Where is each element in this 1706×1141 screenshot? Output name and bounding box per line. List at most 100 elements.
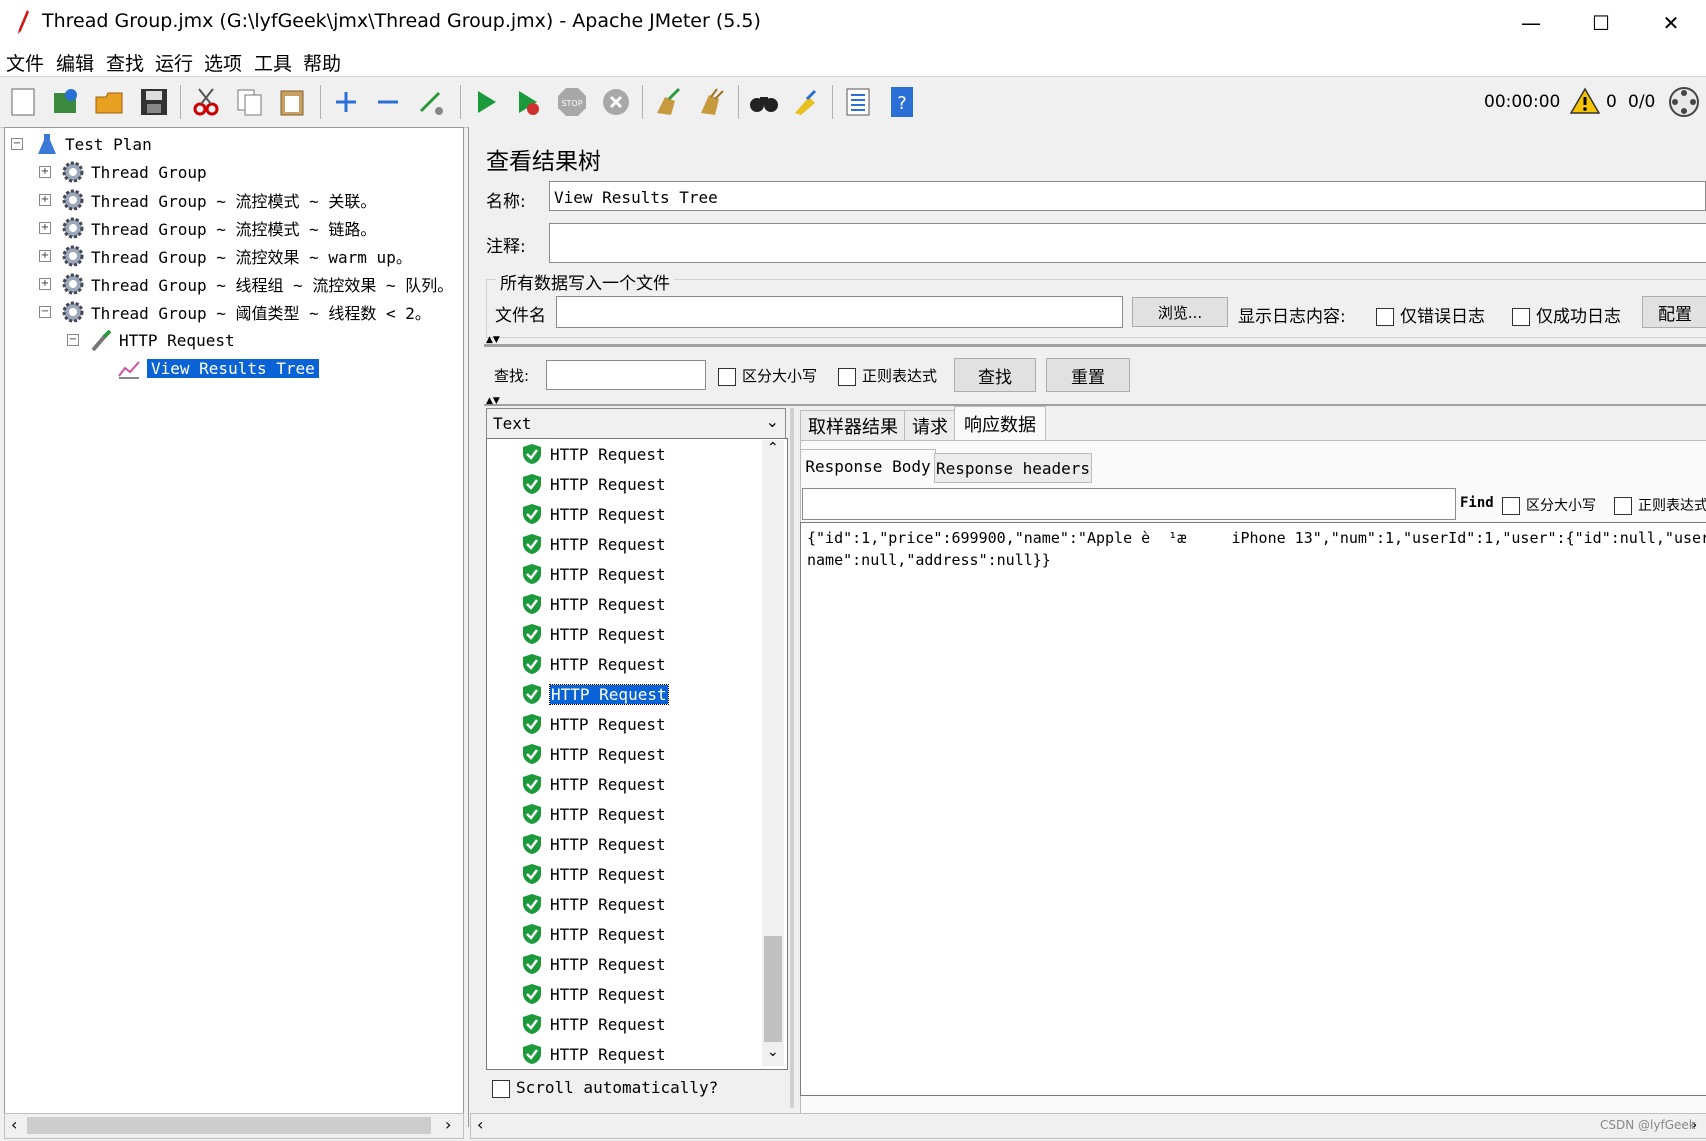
menu-help[interactable]: 帮助 [303, 49, 341, 76]
list-item[interactable]: HTTP Request [522, 620, 666, 648]
expand-toggle[interactable]: + [39, 194, 51, 206]
configure-button[interactable]: 配置 [1642, 296, 1706, 328]
menu-run[interactable]: 运行 [155, 49, 193, 76]
warning-icon[interactable] [1570, 87, 1600, 115]
paste-icon[interactable] [274, 84, 310, 120]
menu-tools[interactable]: 工具 [254, 49, 292, 76]
stop-icon[interactable]: STOP [554, 84, 590, 120]
expand-toggle[interactable]: + [39, 250, 51, 262]
right-horizontal-scrollbar[interactable]: ‹ › [470, 1113, 1706, 1139]
cut-icon[interactable] [188, 84, 224, 120]
list-item[interactable]: HTTP Request [522, 860, 666, 888]
tree-node-test-plan[interactable]: Test Plan [35, 130, 152, 158]
list-item[interactable]: HTTP Request [522, 440, 666, 468]
subtab-response-body[interactable]: Response Body [800, 449, 936, 483]
split-arrows-icon[interactable]: ▲▼ [486, 396, 500, 406]
expand-toggle[interactable]: + [39, 278, 51, 290]
errors-only-checkbox[interactable]: 仅错误日志 [1376, 302, 1485, 327]
list-item[interactable]: HTTP Request [522, 650, 666, 678]
reset-button[interactable]: 重置 [1046, 358, 1130, 392]
tree-node-view-results-tree[interactable]: View Results Tree [117, 354, 319, 382]
checkbox-box[interactable] [718, 367, 736, 386]
tree-node-thread-group[interactable]: Thread Group ~ 线程组 ~ 流控效果 ~ 队列。 [61, 270, 453, 298]
renderer-select[interactable]: Text ⌄ [486, 408, 786, 440]
scroll-thumb[interactable] [27, 1117, 431, 1134]
list-item[interactable]: HTTP Request [522, 950, 666, 978]
clear-icon[interactable] [650, 84, 686, 120]
split-arrows-icon[interactable]: ▲▼ [486, 335, 500, 345]
templates-icon[interactable] [48, 84, 84, 120]
tab-sampler-result[interactable]: 取样器结果 [800, 410, 906, 442]
expand-toggle[interactable]: + [39, 222, 51, 234]
results-vertical-scrollbar[interactable]: ⌃ ⌄ [762, 440, 784, 1066]
clear-all-icon[interactable] [694, 84, 730, 120]
collapse-toggle[interactable]: − [67, 334, 79, 346]
list-item[interactable]: HTTP Request [522, 800, 666, 828]
list-item[interactable]: HTTP Request [522, 530, 666, 558]
list-item[interactable]: HTTP Request [522, 710, 666, 738]
tree-node-thread-group[interactable]: Thread Group ~ 流控效果 ~ warm up。 [61, 242, 412, 270]
menu-search[interactable]: 查找 [106, 49, 144, 76]
scroll-thumb[interactable] [764, 936, 782, 1042]
collapse-toggle[interactable]: − [39, 306, 51, 318]
find-button[interactable]: 查找 [954, 358, 1036, 392]
tree-node-thread-group[interactable]: Thread Group ~ 阈值类型 ~ 线程数 < 2。 [61, 298, 431, 326]
body-regex-checkbox[interactable]: 正则表达式 [1614, 495, 1706, 515]
menu-options[interactable]: 选项 [204, 49, 242, 76]
list-item[interactable]: HTTP Request [522, 920, 666, 948]
list-item[interactable]: HTTP Request [522, 590, 666, 618]
close-button[interactable]: ✕ [1636, 0, 1706, 46]
search-regex-checkbox[interactable]: 正则表达式 [838, 365, 937, 386]
collapse-all-icon[interactable] [370, 84, 406, 120]
checkbox-box[interactable] [1502, 497, 1520, 515]
expand-all-icon[interactable] [328, 84, 364, 120]
tree-node-http-request[interactable]: HTTP Request [89, 326, 235, 354]
list-item[interactable]: HTTP Request [522, 470, 666, 498]
search-case-checkbox[interactable]: 区分大小写 [718, 365, 817, 386]
menu-file[interactable]: 文件 [6, 49, 44, 76]
menu-edit[interactable]: 编辑 [56, 49, 94, 76]
list-item[interactable]: HTTP Request [522, 500, 666, 528]
scroll-right-icon[interactable]: › [445, 1115, 451, 1134]
scroll-left-icon[interactable]: ‹ [11, 1115, 17, 1134]
maximize-button[interactable]: ☐ [1566, 0, 1636, 46]
browse-button[interactable]: 浏览... [1132, 297, 1228, 327]
help-icon[interactable]: ? [884, 84, 920, 120]
expand-toggle[interactable]: + [39, 166, 51, 178]
filename-input[interactable] [556, 296, 1123, 328]
list-item[interactable]: HTTP Request [522, 1010, 666, 1038]
toggle-icon[interactable] [412, 84, 448, 120]
save-icon[interactable] [136, 84, 172, 120]
list-item[interactable]: HTTP Request [522, 680, 669, 708]
list-item[interactable]: HTTP Request [522, 830, 666, 858]
start-no-pauses-icon[interactable] [510, 84, 546, 120]
name-input[interactable]: View Results Tree [549, 181, 1706, 211]
copy-icon[interactable] [232, 84, 268, 120]
body-find-input[interactable] [802, 488, 1456, 520]
list-item[interactable]: HTTP Request [522, 770, 666, 798]
vertical-splitter[interactable] [790, 408, 794, 1108]
list-item[interactable]: HTTP Request [522, 1040, 666, 1068]
comment-input[interactable] [549, 223, 1706, 263]
tree-horizontal-scrollbar[interactable]: ‹ › [4, 1113, 464, 1139]
body-case-checkbox[interactable]: 区分大小写 [1502, 495, 1596, 515]
response-body-text[interactable]: {"id":1,"price":699900,"name":"Apple è ¹… [800, 522, 1706, 1096]
scroll-left-icon[interactable]: ‹ [477, 1115, 483, 1134]
minimize-button[interactable]: — [1496, 0, 1566, 46]
split-divider[interactable] [484, 344, 1706, 347]
checkbox-box[interactable] [1376, 308, 1394, 326]
scroll-automatically-checkbox[interactable]: Scroll automatically? [492, 1078, 718, 1098]
new-icon[interactable] [6, 84, 42, 120]
tree-node-thread-group[interactable]: Thread Group ~ 流控模式 ~ 链路。 [61, 214, 376, 242]
scroll-up-icon[interactable]: ⌃ [767, 440, 779, 456]
shutdown-icon[interactable] [598, 84, 634, 120]
start-icon[interactable] [468, 84, 504, 120]
tree-node-thread-group[interactable]: Thread Group [61, 158, 207, 186]
collapse-toggle[interactable]: − [11, 138, 23, 150]
subtab-response-headers[interactable]: Response headers [934, 453, 1092, 483]
tree-node-thread-group[interactable]: Thread Group ~ 流控模式 ~ 关联。 [61, 186, 376, 214]
success-only-checkbox[interactable]: 仅成功日志 [1512, 302, 1621, 327]
checkbox-box[interactable] [492, 1079, 510, 1098]
search-input[interactable] [546, 360, 706, 390]
list-item[interactable]: HTTP Request [522, 980, 666, 1008]
